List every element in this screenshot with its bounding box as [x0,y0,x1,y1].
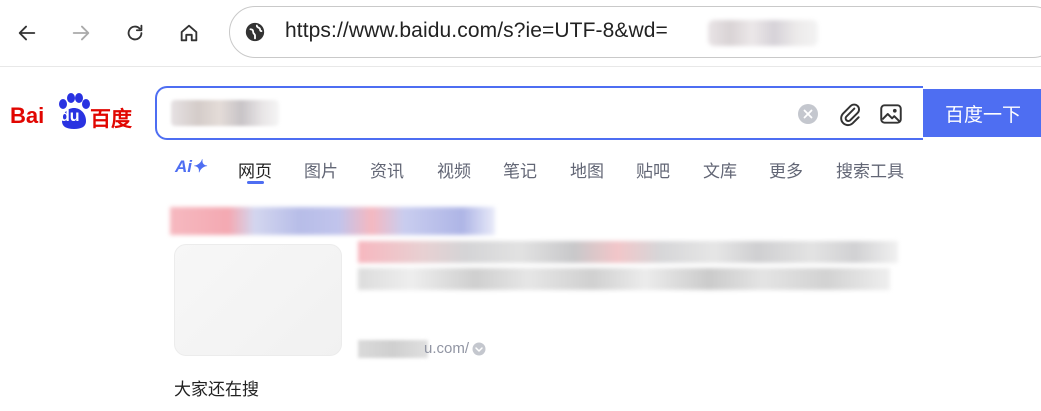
baidu-logo[interactable]: Bai du 百度 [10,89,136,133]
search-button[interactable]: 百度一下 [923,89,1041,137]
reload-button[interactable] [117,15,153,51]
back-button[interactable] [9,15,45,51]
address-bar[interactable]: https://www.baidu.com/s?ie=UTF-8&wd= [229,6,1041,58]
logo-text-du: du [60,108,80,125]
source-dropdown-icon[interactable] [472,342,486,356]
search-query-redacted [171,100,279,126]
related-searches-heading: 大家还在搜 [174,380,259,400]
search-input[interactable] [155,86,923,140]
tab-news[interactable]: 资讯 [370,157,404,182]
url-query-redacted [708,20,818,46]
result-snippet-line2-redacted [358,268,890,290]
forward-arrow-icon [72,25,90,41]
result-source-redacted [358,340,428,358]
browser-toolbar: https://www.baidu.com/s?ie=UTF-8&wd= [0,0,1041,67]
tab-map[interactable]: 地图 [570,157,604,182]
search-tabs: Ai✦ 网页 图片 资讯 视频 笔记 地图 贴吧 文库 更多 搜索工具 [0,152,1041,184]
reload-icon [127,24,143,41]
site-info-icon[interactable] [244,21,266,43]
clear-icon[interactable] [797,103,819,125]
result-title-redacted[interactable] [170,207,495,235]
tab-video[interactable]: 视频 [437,157,471,182]
home-icon [180,24,198,42]
forward-button[interactable] [63,15,99,51]
tab-more[interactable]: 更多 [769,157,803,182]
tab-images[interactable]: 图片 [304,157,338,182]
tab-tieba[interactable]: 贴吧 [636,157,670,182]
url-text: https://www.baidu.com/s?ie=UTF-8&wd= [285,19,668,42]
result-snippet-line1-redacted [358,241,898,263]
image-search-icon[interactable] [878,101,904,127]
logo-text-baidu-cn: 百度 [90,107,132,131]
logo-text-bai: Bai [10,103,45,128]
home-button[interactable] [171,15,207,51]
result-thumbnail[interactable] [174,244,342,356]
active-tab-indicator [247,181,264,184]
tab-ai[interactable]: Ai✦ [175,157,206,177]
tab-notes[interactable]: 笔记 [503,157,537,182]
tab-web[interactable]: 网页 [238,157,272,182]
tab-search-tools[interactable]: 搜索工具 [836,157,904,182]
result-source-url[interactable]: u.com/ [424,340,469,357]
attachment-icon[interactable] [837,101,863,127]
tab-wenku[interactable]: 文库 [703,157,737,182]
back-arrow-icon [18,25,36,41]
